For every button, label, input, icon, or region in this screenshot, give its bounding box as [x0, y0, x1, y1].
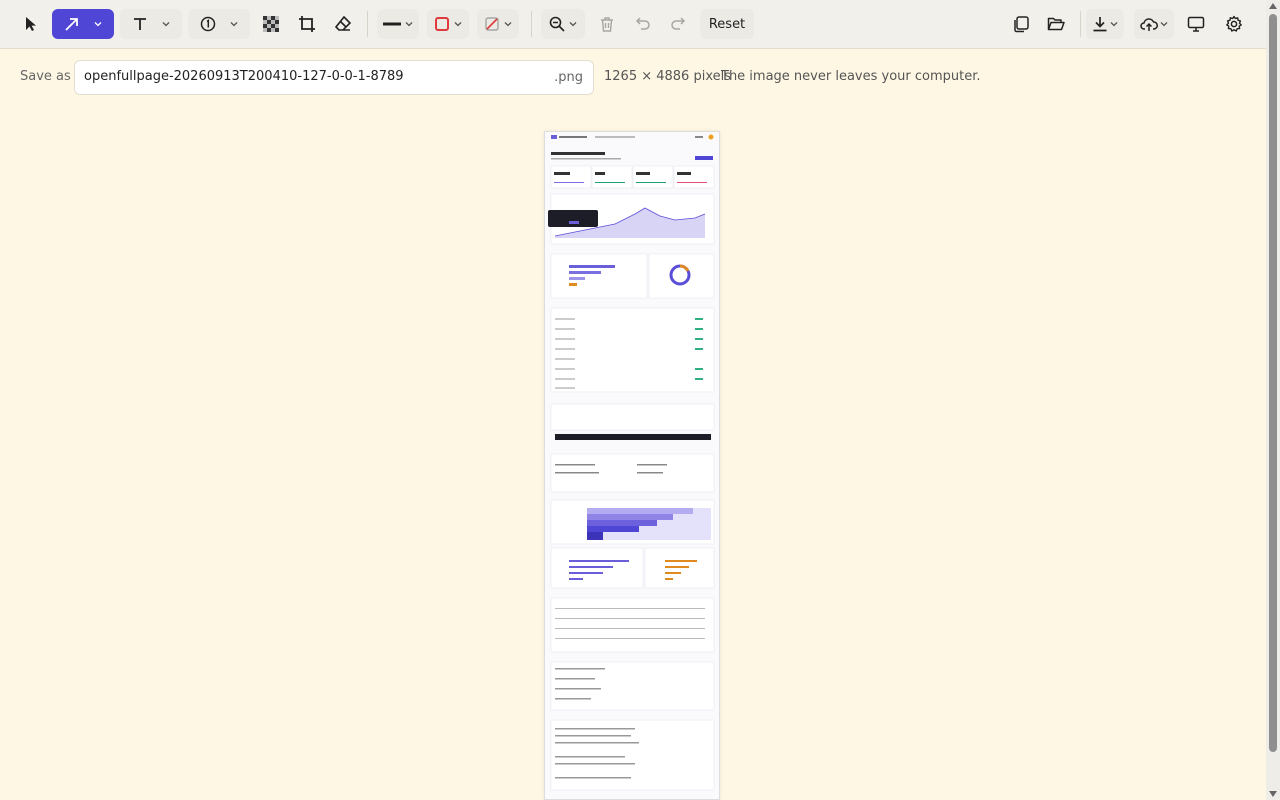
reset-button[interactable]: Reset — [700, 9, 754, 39]
captured-page-thumbnail — [545, 132, 719, 799]
scroll-up-arrow-icon[interactable] — [1269, 3, 1277, 9]
save-row: Save as .png 1265 × 4886 pixels The imag… — [0, 60, 1266, 96]
file-extension: .png — [554, 70, 583, 85]
vertical-scrollbar[interactable] — [1266, 0, 1280, 800]
number-marker-tool-button[interactable] — [188, 9, 250, 39]
chevron-down-icon — [454, 22, 462, 27]
download-icon — [1093, 17, 1107, 32]
chevron-down-icon — [569, 22, 577, 27]
undo-button[interactable] — [628, 9, 658, 39]
chevron-down-icon — [94, 22, 102, 27]
monitor-icon — [1187, 16, 1205, 32]
toolbar-divider — [1080, 11, 1081, 37]
upload-cloud-button[interactable] — [1134, 9, 1174, 39]
stroke-color-icon — [435, 17, 449, 31]
cloud-upload-icon — [1140, 18, 1158, 31]
crop-icon — [299, 16, 315, 32]
chevron-down-icon — [162, 22, 170, 27]
text-icon — [134, 18, 146, 30]
toolbar-divider — [531, 11, 532, 37]
chevron-down-icon — [230, 22, 238, 27]
chevron-down-icon — [1110, 22, 1118, 27]
redo-icon — [671, 17, 686, 30]
chevron-down-icon — [504, 22, 512, 27]
trash-icon — [601, 17, 613, 32]
pixelate-tool-button[interactable] — [256, 9, 286, 39]
checkerboard-icon — [263, 16, 279, 32]
image-dimensions: 1265 × 4886 pixels — [604, 69, 731, 84]
chevron-down-icon — [405, 22, 413, 27]
scroll-thumb[interactable] — [1269, 14, 1277, 752]
chevron-down-icon — [1160, 22, 1168, 27]
number-circle-icon — [200, 16, 216, 32]
stroke-color-button[interactable] — [427, 9, 469, 39]
editor-toolbar: Reset — [0, 0, 1266, 49]
eraser-tool-button[interactable] — [328, 9, 358, 39]
copy-icon — [1014, 16, 1029, 33]
filename-field[interactable]: .png — [74, 60, 594, 95]
folder-open-icon — [1047, 17, 1065, 31]
zoom-button[interactable] — [541, 9, 585, 39]
copy-button[interactable] — [1006, 9, 1036, 39]
gear-icon — [1226, 15, 1242, 32]
redo-button[interactable] — [663, 9, 693, 39]
delete-button[interactable] — [592, 9, 622, 39]
display-button[interactable] — [1181, 9, 1211, 39]
settings-button[interactable] — [1219, 9, 1249, 39]
undo-icon — [635, 17, 650, 30]
eraser-icon — [334, 15, 352, 31]
screenshot-canvas[interactable] — [544, 131, 720, 800]
download-button[interactable] — [1086, 9, 1124, 39]
fill-color-button[interactable] — [477, 9, 519, 39]
no-fill-icon — [485, 17, 499, 31]
zoom-out-icon — [549, 16, 565, 32]
arrow-icon — [65, 18, 78, 31]
toolbar-divider — [367, 11, 368, 37]
stroke-width-button[interactable] — [377, 9, 419, 39]
arrow-tool-button[interactable] — [52, 9, 114, 39]
scroll-down-arrow-icon[interactable] — [1269, 791, 1277, 797]
text-tool-button[interactable] — [120, 9, 182, 39]
filename-input[interactable] — [84, 69, 544, 84]
cursor-icon — [26, 17, 36, 31]
save-as-label: Save as — [20, 69, 71, 84]
crop-tool-button[interactable] — [292, 9, 322, 39]
privacy-note: The image never leaves your computer. — [721, 69, 981, 84]
line-width-icon — [383, 22, 401, 26]
open-file-button[interactable] — [1041, 9, 1071, 39]
select-tool-button[interactable] — [16, 9, 46, 39]
